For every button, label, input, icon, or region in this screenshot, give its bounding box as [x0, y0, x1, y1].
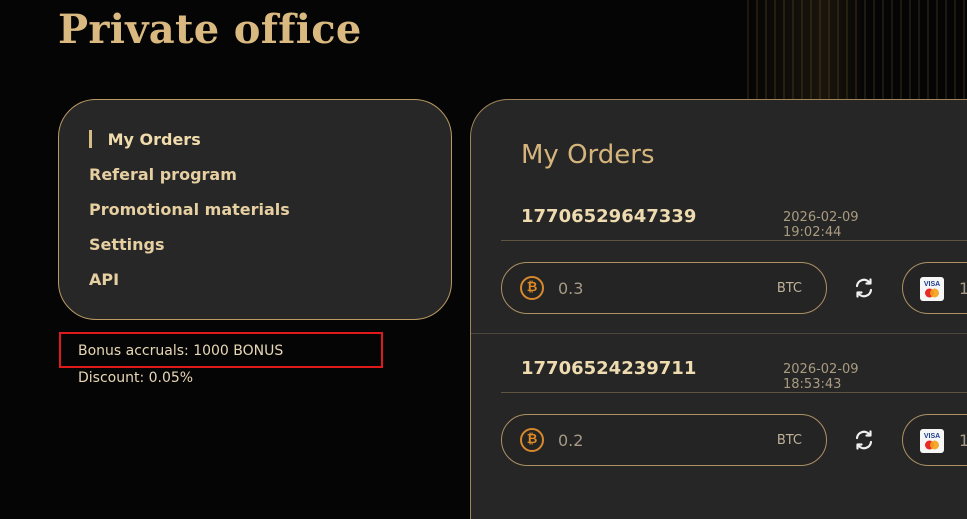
account-nav: My Orders Referal program Promotional ma…: [89, 130, 290, 305]
refresh-icon[interactable]: [852, 276, 876, 300]
bonus-accruals: Bonus accruals: 1000 BONUS: [78, 343, 284, 359]
nav-item-api[interactable]: API: [89, 270, 290, 305]
bitcoin-icon: ₿: [520, 428, 544, 452]
order-row-divider: [471, 333, 967, 334]
orders-card: My Orders 17706529647339 2026-02-09 19:0…: [470, 99, 967, 519]
send-amount: 0.2: [558, 431, 584, 450]
svg-text:VISA: VISA: [924, 433, 940, 440]
orders-title: My Orders: [521, 140, 655, 170]
nav-item-label: API: [89, 270, 120, 289]
nav-item-label: Promotional materials: [89, 200, 290, 219]
page-title: Private office: [58, 6, 362, 53]
order-id: 17706524239711: [521, 358, 697, 379]
refresh-icon[interactable]: [852, 428, 876, 452]
nav-item-label: Settings: [89, 235, 165, 254]
discount-info: Discount: 0.05%: [78, 370, 194, 386]
nav-item-referal-program[interactable]: Referal program: [89, 165, 290, 200]
send-currency: BTC: [776, 433, 802, 448]
order-id: 17706529647339: [521, 206, 697, 227]
send-amount-field: ₿ 0.3 BTC: [501, 262, 827, 314]
send-amount: 0.3: [558, 279, 584, 298]
order-divider: [501, 392, 967, 393]
send-currency: BTC: [776, 281, 802, 296]
svg-text:VISA: VISA: [924, 281, 940, 288]
receive-amount-field: VISA 18: [902, 262, 967, 314]
visa-mastercard-icon: VISA: [920, 429, 944, 453]
nav-item-promotional-materials[interactable]: Promotional materials: [89, 200, 290, 235]
account-menu-card: My Orders Referal program Promotional ma…: [58, 99, 452, 320]
nav-item-settings[interactable]: Settings: [89, 235, 290, 270]
nav-item-my-orders[interactable]: My Orders: [89, 130, 290, 165]
order-date: 2026-02-09 18:53:43: [783, 362, 859, 392]
receive-amount: 18: [959, 279, 967, 298]
send-amount-field: ₿ 0.2 BTC: [501, 414, 827, 466]
receive-amount: 12: [959, 431, 967, 450]
order-date: 2026-02-09 19:02:44: [783, 210, 859, 240]
visa-mastercard-icon: VISA: [920, 277, 944, 301]
order-divider: [501, 240, 967, 241]
active-indicator: [89, 130, 92, 148]
receive-amount-field: VISA 12: [902, 414, 967, 466]
nav-item-label: My Orders: [107, 130, 201, 149]
bitcoin-icon: ₿: [520, 276, 544, 300]
nav-item-label: Referal program: [89, 165, 237, 184]
